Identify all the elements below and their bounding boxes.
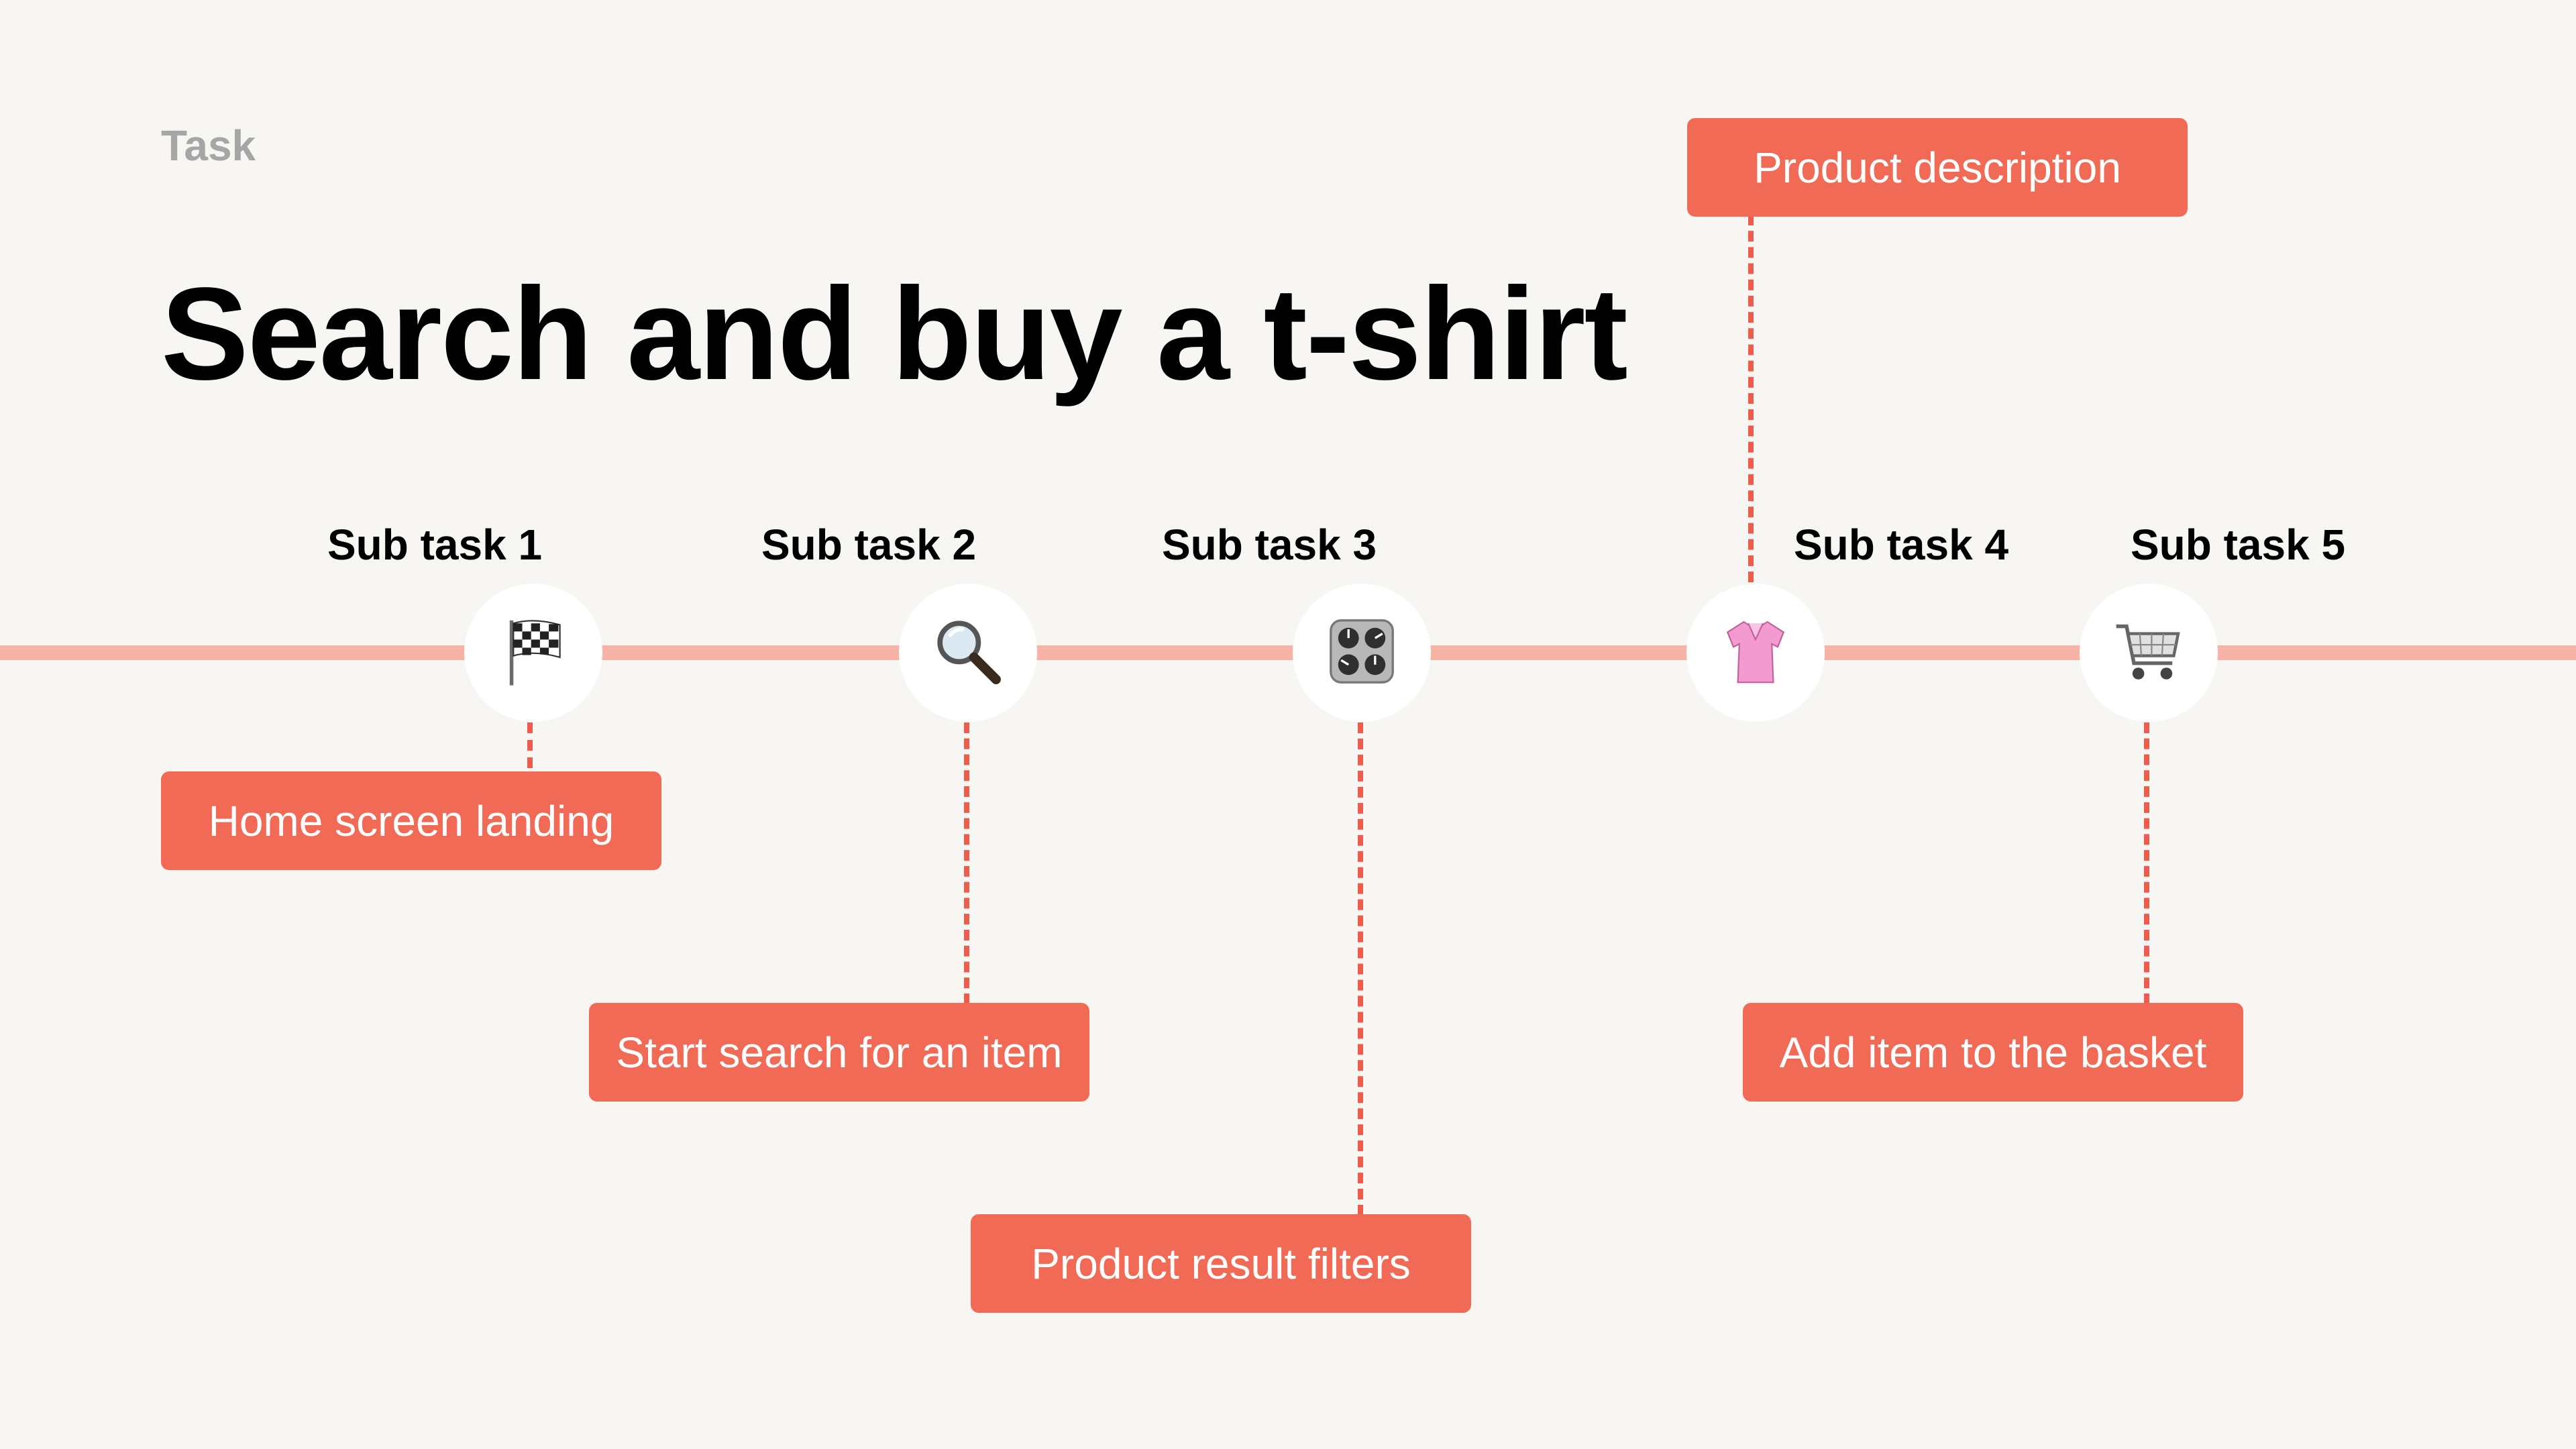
subtask-1-node[interactable] [464, 584, 602, 722]
callout-product-description: Product description [1687, 118, 2188, 217]
control-knobs-icon [1325, 614, 1399, 692]
subtask-5-node[interactable] [2080, 584, 2218, 722]
magnifying-glass-icon [931, 614, 1005, 692]
checkered-flag-icon [496, 614, 570, 692]
connector-subtask-4 [1748, 215, 1754, 582]
task-kicker: Task [161, 121, 256, 170]
subtask-2-label: Sub task 2 [761, 521, 977, 569]
subtask-5-label: Sub task 5 [2130, 521, 2346, 569]
callout-product-result-filters: Product result filters [971, 1214, 1471, 1313]
callout-start-search: Start search for an item [589, 1003, 1089, 1102]
connector-subtask-2 [964, 722, 969, 1004]
subtask-4-label: Sub task 4 [1793, 521, 2009, 569]
connector-subtask-5 [2144, 722, 2149, 1004]
connector-subtask-3 [1358, 722, 1363, 1216]
blouse-icon [1719, 614, 1792, 692]
subtask-4-node[interactable] [1686, 584, 1825, 722]
callout-home-screen-landing: Home screen landing [161, 771, 661, 870]
subtask-1-label: Sub task 1 [327, 521, 543, 569]
subtask-3-node[interactable] [1293, 584, 1431, 722]
callout-add-to-basket: Add item to the basket [1743, 1003, 2243, 1102]
subtask-3-label: Sub task 3 [1161, 521, 1377, 569]
connector-subtask-1 [527, 722, 533, 768]
subtask-2-node[interactable] [899, 584, 1037, 722]
page-title: Search and buy a t-shirt [161, 260, 1628, 407]
shopping-cart-icon [2112, 614, 2186, 692]
